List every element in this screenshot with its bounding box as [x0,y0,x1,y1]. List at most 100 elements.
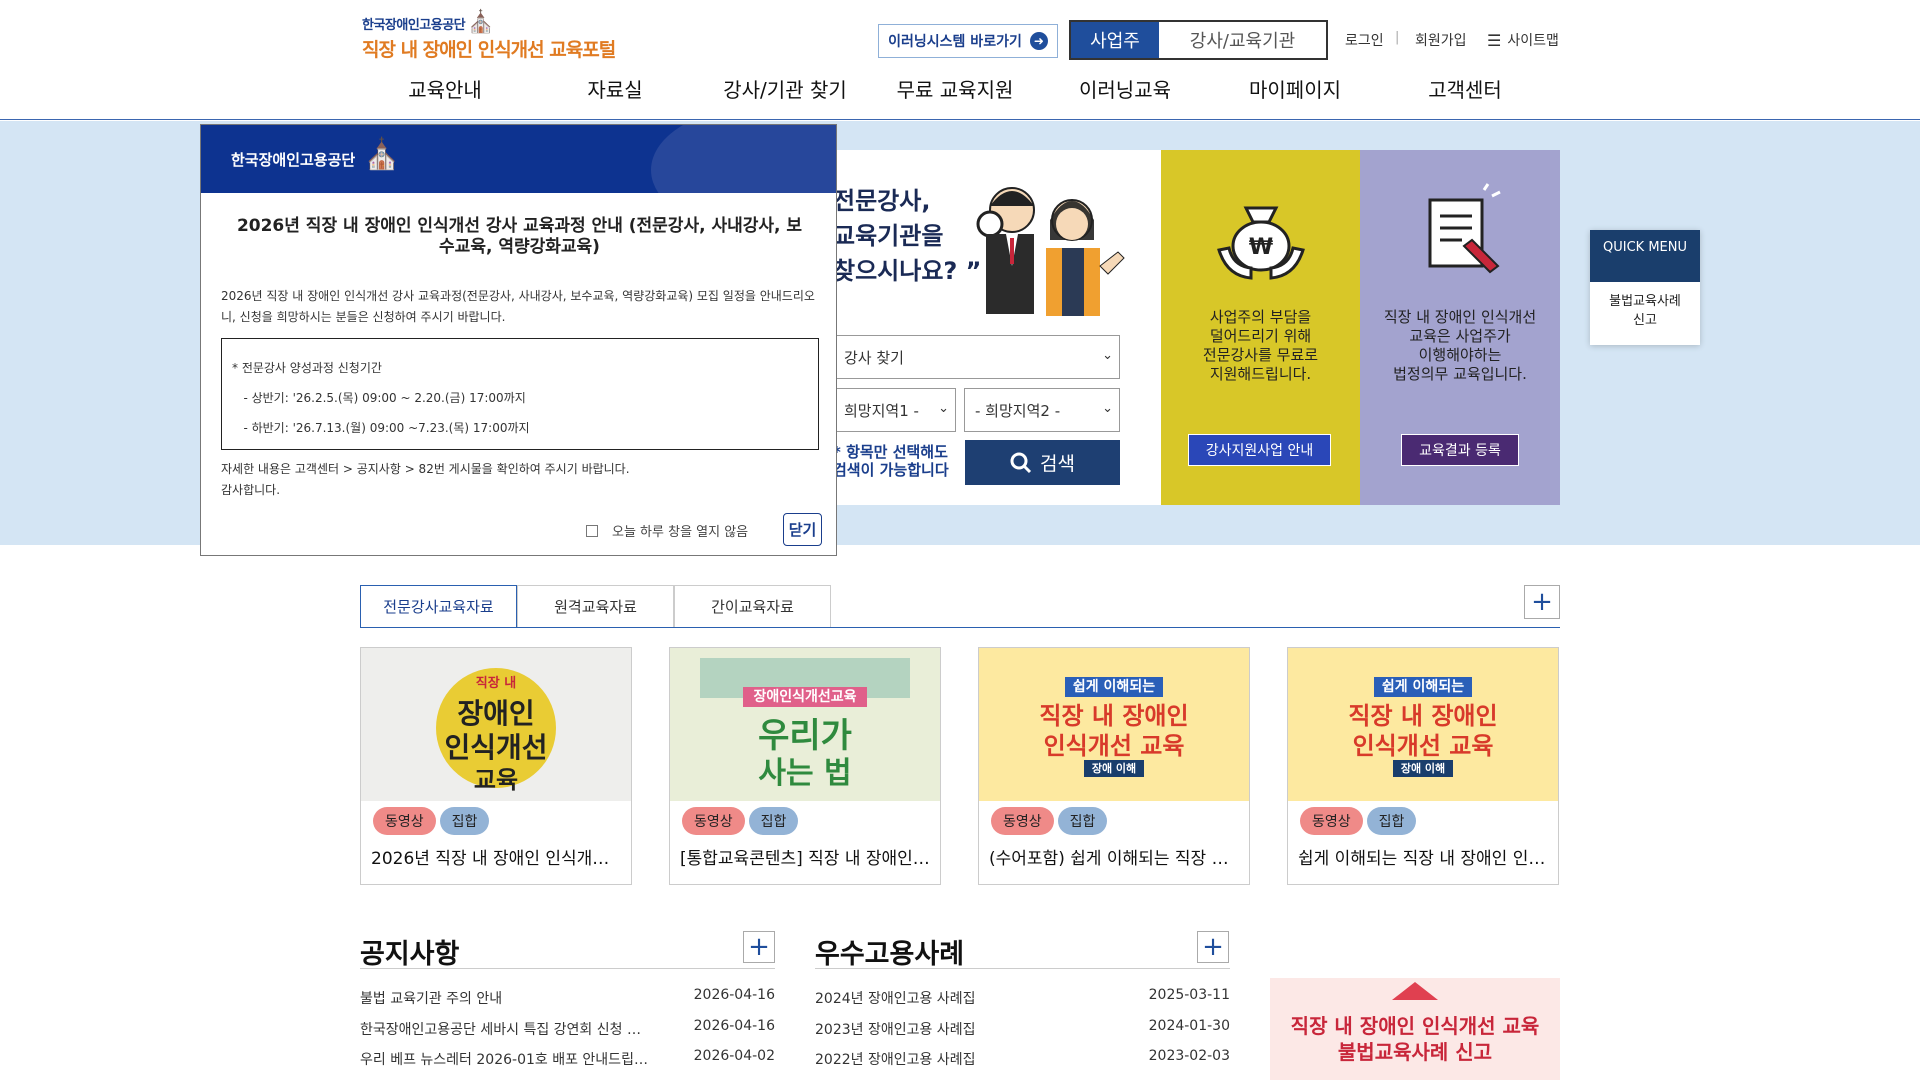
signup-link[interactable]: 회원가입 [1415,30,1467,50]
toggle-instructor[interactable]: 강사/교육기관 [1159,22,1326,58]
thumb-label-wrap: 쉽게 이해되는 [1288,676,1558,697]
tab-simple-materials[interactable]: 간이교육자료 [674,585,831,627]
nav-education-guide[interactable]: 교육안내 [360,74,530,103]
quick-menu-item-line: 불법교육사례 [1609,294,1681,309]
thumb-label-wrap: 장애 이해 [1288,760,1558,777]
notice-row[interactable]: 불법 교육기관 주의 안내 [360,988,502,1008]
notice-date: 2026-04-16 [693,1018,775,1034]
tab-expert-materials[interactable]: 전문강사교육자료 [360,585,517,627]
nav-find-instructor[interactable]: 강사/기관 찾기 [700,74,870,103]
popup-header-decoration [651,125,836,193]
logo-mark-icon[interactable]: ⛪ [467,10,494,35]
card-title: [통합교육콘텐츠] 직장 내 장애인 인식개선 [680,849,932,869]
elearning-link-button[interactable]: 이러닝시스템 바로가기 ➜ [878,24,1058,58]
popup-footer-line: 감사합니다. [221,483,281,497]
region2-select[interactable]: - 희망지역2 - ⌄ [964,388,1120,432]
card-thumbnail: 직장 내 장애인 인식개선 교육 [361,648,631,801]
case-row[interactable]: 2023년 장애인고용 사례집 [815,1019,975,1039]
thumb-text: 교육 [473,766,519,794]
nav-resources[interactable]: 자료실 [530,74,700,103]
free-support-line: 전문강사를 무료로 [1202,346,1319,364]
region1-value: 희망지역1 - [844,401,919,420]
nav-customer-center[interactable]: 고객센터 [1380,74,1550,103]
tag-video: 동영상 [682,807,745,835]
dont-show-today-option[interactable]: 오늘 하루 창을 열지 않음 [586,521,748,540]
logo-title[interactable]: 직장 내 장애인 인식개선 교육포털 [362,35,616,62]
case-row[interactable]: 2022년 장애인고용 사례집 [815,1049,975,1069]
nav-mypage[interactable]: 마이페이지 [1210,74,1380,103]
thumb-label-wrap: 장애 이해 [979,760,1249,777]
chevron-down-icon: ⌄ [938,401,949,416]
search-button[interactable]: 검색 [965,440,1120,485]
chevron-down-icon: ⌄ [1102,401,1113,416]
sitemap-label: 사이트맵 [1507,33,1559,49]
nav-elearning[interactable]: 이러닝교육 [1040,74,1210,103]
region1-select[interactable]: 희망지역1 - ⌄ [833,388,956,432]
quick-menu-report-illegal[interactable]: 불법교육사례 신고 [1590,282,1700,330]
card-tags: 동영상 집합 [682,807,799,835]
util-separator: | [1395,30,1400,45]
notice-title: 공지사항 [360,939,460,970]
toggle-employer[interactable]: 사업주 [1071,22,1159,58]
tab-underline [360,627,1560,628]
material-card[interactable]: 쉽게 이해되는 직장 내 장애인 인식개선 교육 장애 이해 동영상 집합 쉽게… [1287,647,1559,885]
illegal-report-banner[interactable]: 직장 내 장애인 인식개선 교육 불법교육사례 신고 [1270,978,1560,1080]
card-thumbnail: 쉽게 이해되는 직장 내 장애인 인식개선 교육 장애 이해 [1288,648,1558,801]
material-card[interactable]: 쉽게 이해되는 직장 내 장애인 인식개선 교육 장애 이해 동영상 집합 (수… [978,647,1250,885]
thumb-text: 쉽게 이해되는 [1373,677,1473,697]
search-icon [1010,452,1032,473]
search-note-line-2: 검색이 가능합니다 [833,461,949,479]
logo-org-name[interactable]: 한국장애인고용공단 [362,14,466,33]
thumb-label-wrap: 쉽게 이해되는 [979,676,1249,697]
thumb-text: 인식개선 교육 [1352,732,1494,760]
support-program-button[interactable]: 강사지원사업 안내 [1188,434,1331,466]
result-register-line: 직장 내 장애인 인식개선 [1383,308,1537,326]
free-support-line: 덜어드리기 위해 [1209,327,1312,345]
card-title: (수어포함) 쉽게 이해되는 직장 내 장애인 [989,849,1241,869]
popup-close-button[interactable]: 닫기 [783,513,822,546]
popup-schedule-box: * 전문강사 양성과정 신청기간 - 상반기: '26.2.5.(목) 09:0… [221,338,819,450]
notice-row[interactable]: 한국장애인고용공단 세바시 특집 강연회 신청 … [360,1019,641,1039]
case-row[interactable]: 2024년 장애인고용 사례집 [815,988,975,1008]
quick-menu: QUICK MENU 불법교육사례 신고 [1590,230,1700,345]
sitemap-link[interactable]: ☰ 사이트맵 [1487,30,1559,50]
login-link[interactable]: 로그인 [1345,30,1384,50]
material-card[interactable]: 직장 내 장애인 인식개선 교육 동영상 집합 2026년 직장 내 장애인 인… [360,647,632,885]
material-card[interactable]: 장애인식개선교육 우리가 사는 법 동영상 집합 [통합교육콘텐츠] 직장 내 … [669,647,941,885]
search-type-value: 강사 찾기 [844,348,904,367]
tag-video: 동영상 [1300,807,1363,835]
popup-org-name: 한국장애인고용공단 [231,151,356,169]
document-pen-icon [1428,183,1501,274]
popup-footer-line: 자세한 내용은 고객센터 > 공지사항 > 82번 게시물을 확인하여 주시기 … [221,462,630,476]
result-register-line: 이행해야하는 [1418,346,1502,364]
materials-more-button[interactable]: + [1524,585,1560,619]
card-tags: 동영상 집합 [991,807,1108,835]
notice-row[interactable]: 우리 베프 뉴스레터 2026-01호 배포 안내드립… [360,1049,648,1069]
result-register-button[interactable]: 교육결과 등록 [1401,434,1519,466]
popup-title: 2026년 직장 내 장애인 인식개선 강사 교육과정 안내 (전문강사, 사내… [236,216,803,257]
thumb-text: 장애 이해 [1083,760,1145,777]
popup-footer: 자세한 내용은 고객센터 > 공지사항 > 82번 게시물을 확인하여 주시기 … [221,459,630,501]
cases-divider [815,968,1230,969]
result-register-panel: 직장 내 장애인 인식개선 교육은 사업주가 이행해야하는 법정의무 교육입니다… [1360,150,1560,505]
notice-popup: 한국장애인고용공단 ⛪ 2026년 직장 내 장애인 인식개선 강사 교육과정 … [200,124,837,556]
banner-line-1: 직장 내 장애인 인식개선 교육 [1290,1014,1540,1038]
card-tags: 동영상 집합 [1300,807,1417,835]
case-date: 2025-03-11 [1148,987,1230,1003]
thumb-text: 장애 이해 [1392,760,1454,777]
nav-free-support[interactable]: 무료 교육지원 [870,74,1040,103]
notice-more-button[interactable]: + [743,931,775,963]
tab-remote-materials[interactable]: 원격교육자료 [517,585,674,627]
case-date: 2024-01-30 [1148,1018,1230,1034]
cases-more-button[interactable]: + [1197,931,1229,963]
dont-show-today-checkbox[interactable] [586,524,598,537]
tag-group: 집합 [748,807,799,835]
plus-icon: + [748,932,770,962]
plus-icon: + [1531,587,1553,617]
search-type-select[interactable]: 강사 찾기 ⌄ [833,335,1120,379]
case-date: 2023-02-03 [1148,1048,1230,1064]
search-note-line-1: * 항목만 선택해도 [833,443,948,461]
cases-title: 우수고용사례 [815,939,965,970]
free-support-text: 사업주의 부담을 덜어드리기 위해 전문강사를 무료로 지원해드립니다. [1161,308,1360,384]
org-logo-icon: ⛪ [363,137,401,172]
